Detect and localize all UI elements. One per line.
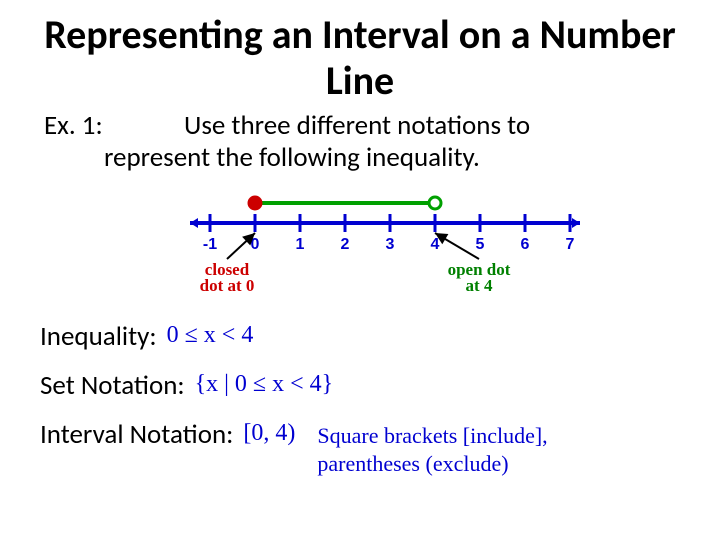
tick-label: 5: [476, 236, 485, 253]
pointer-open: [435, 233, 479, 259]
set-notation-row: Set Notation: {x | 0 ≤ x < 4}: [40, 372, 680, 399]
inequality-label: Inequality:: [40, 323, 157, 350]
inequality-value: 0 ≤ x < 4: [167, 323, 254, 347]
inequality-row: Inequality: 0 ≤ x < 4: [40, 323, 680, 350]
prompt-line-2: represent the following inequality.: [44, 142, 680, 174]
example-label: Ex. 1:: [44, 110, 184, 142]
tick-group: -101234567: [203, 214, 575, 253]
tick-label: 2: [341, 236, 350, 253]
tick-label: 6: [521, 236, 530, 253]
axis-arrow-left: [190, 218, 198, 228]
set-notation-label: Set Notation:: [40, 372, 185, 399]
tick-label: 3: [386, 236, 395, 253]
number-line-svg: -101234567 closed dot at 0 open dot at 4: [180, 185, 600, 295]
closed-dot-icon: [249, 197, 261, 209]
interval-note: Square brackets [include], parentheses (…: [317, 421, 547, 478]
open-dot-icon: [429, 197, 441, 209]
tick-label: -1: [203, 236, 217, 253]
example-prompt: Ex. 1:Use three different notations to r…: [44, 110, 680, 175]
interval-notation-row: Interval Notation: [0, 4) Square bracket…: [40, 421, 680, 478]
annotation-closed-line2: dot at 0: [200, 276, 255, 295]
answers-block: Inequality: 0 ≤ x < 4 Set Notation: {x |…: [40, 323, 680, 478]
interval-note-line1: Square brackets [include],: [317, 423, 547, 448]
interval-note-line2: parentheses (exclude): [317, 451, 508, 476]
tick-label: 7: [566, 236, 575, 253]
axis-arrow-right: [572, 218, 580, 228]
interval-notation-value: [0, 4): [243, 421, 295, 445]
tick-label: 1: [296, 236, 305, 253]
tick-label: 4: [431, 236, 440, 253]
set-notation-value: {x | 0 ≤ x < 4}: [195, 372, 334, 396]
number-line-diagram: -101234567 closed dot at 0 open dot at 4: [180, 185, 600, 295]
interval-notation-label: Interval Notation:: [40, 421, 233, 448]
annotation-open-line2: at 4: [466, 276, 493, 295]
page-title: Representing an Interval on a Number Lin…: [40, 12, 680, 104]
prompt-line-1: Use three different notations to: [184, 109, 530, 142]
